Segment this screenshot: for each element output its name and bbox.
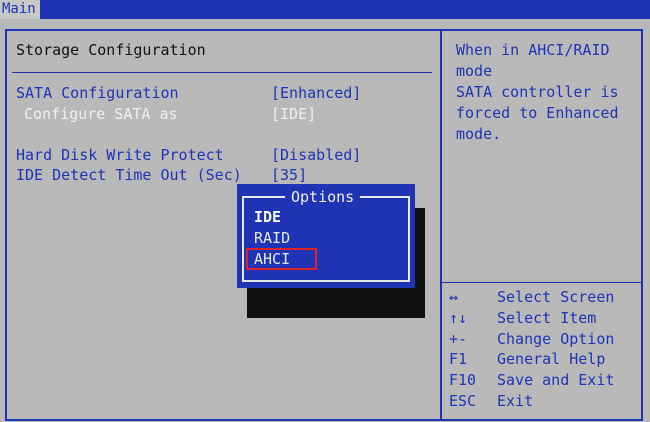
key-desc-change-option: Change Option — [497, 330, 615, 348]
key-desc-select-screen: Select Screen — [497, 288, 615, 306]
key-plus-minus: +- — [449, 330, 468, 348]
tab-main[interactable]: Main — [0, 0, 40, 19]
setting-configure-sata-as[interactable]: Configure SATA as — [24, 105, 178, 123]
key-desc-select-item: Select Item — [497, 309, 597, 327]
option-ide[interactable]: IDE — [254, 208, 281, 226]
setting-ide-detect-time-out-value[interactable]: [35] — [271, 166, 307, 184]
setting-configure-sata-as-value[interactable]: [IDE] — [271, 105, 316, 123]
setting-hard-disk-write-protect-value[interactable]: [Disabled] — [271, 146, 361, 164]
setting-hard-disk-write-protect[interactable]: Hard Disk Write Protect — [16, 146, 224, 164]
help-text: When in AHCI/RAID mode SATA controller i… — [456, 41, 619, 143]
key-desc-exit: Exit — [497, 392, 534, 410]
setting-sata-configuration[interactable]: SATA Configuration — [16, 84, 179, 102]
keys-divider — [442, 282, 643, 283]
setting-sata-configuration-value[interactable]: [Enhanced] — [271, 84, 361, 102]
title-divider — [12, 72, 432, 73]
key-arrows-lr: ↔ — [449, 288, 459, 306]
key-desc-general-help: General Help — [497, 350, 606, 368]
setting-ide-detect-time-out[interactable]: IDE Detect Time Out (Sec) — [16, 166, 242, 184]
key-desc-save-and-exit: Save and Exit — [497, 371, 615, 389]
menu-bar: Main — [0, 0, 650, 19]
option-ahci-highlight — [246, 248, 317, 270]
option-raid[interactable]: RAID — [254, 229, 290, 247]
key-esc: ESC — [449, 392, 477, 410]
column-divider — [440, 29, 442, 421]
page-title: Storage Configuration — [16, 41, 206, 59]
key-arrows-ud: ↑↓ — [449, 309, 468, 327]
key-f10: F10 — [449, 371, 477, 389]
key-f1: F1 — [449, 350, 468, 368]
options-popup-title: Options — [285, 188, 361, 206]
